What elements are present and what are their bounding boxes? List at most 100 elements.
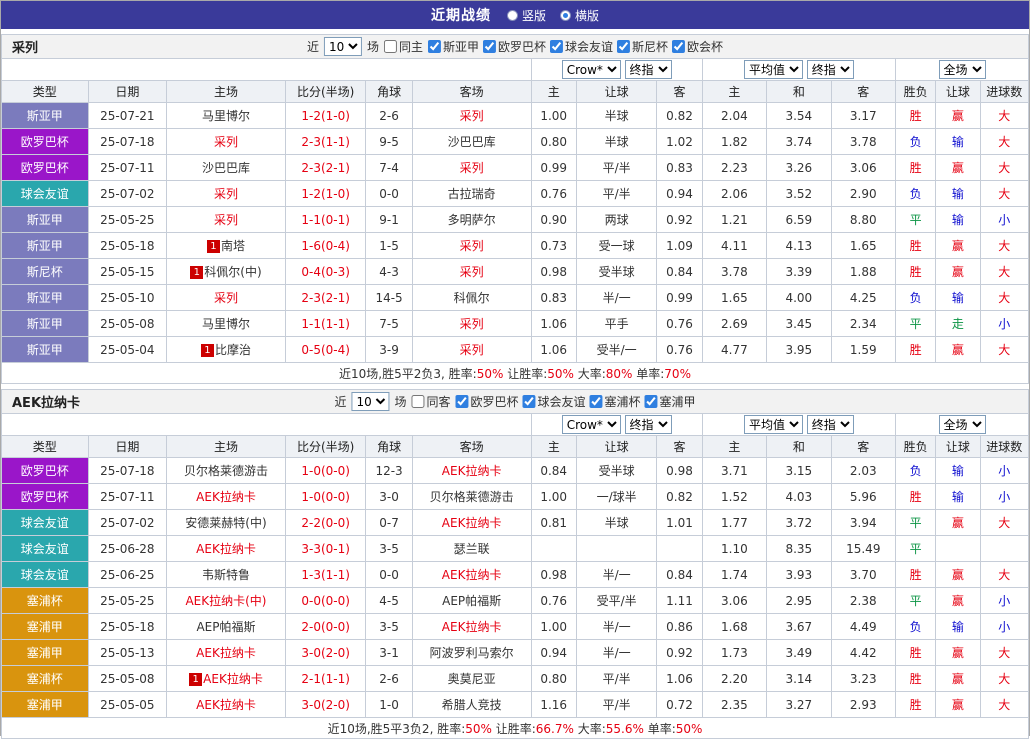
team-link[interactable]: AEK拉纳卡 [442, 568, 502, 582]
odds-provider-select[interactable]: Crow* [561, 415, 621, 434]
scope-select[interactable]: 全场 [938, 60, 986, 79]
view-radio-horizontal[interactable]: 横版 [560, 7, 599, 24]
odds-handicap: 受半/一 [575, 336, 658, 363]
team-link[interactable]: AEK拉纳卡 [196, 490, 256, 504]
team-link[interactable]: 采列 [460, 161, 484, 175]
team-link[interactable]: 科佩尔(中) [204, 265, 261, 279]
scope-select[interactable]: 全场 [938, 415, 986, 434]
team-link[interactable]: 马里博尔 [202, 317, 250, 331]
match-date: 25-05-10 [87, 284, 168, 311]
league-filter-checkbox[interactable] [522, 395, 536, 408]
league-filter-checkbox[interactable] [550, 40, 564, 53]
team-link[interactable]: 采列 [460, 239, 484, 253]
same-side-checkbox[interactable]: 同主 [383, 38, 423, 55]
league-filter[interactable]: 球会友谊 [522, 393, 586, 410]
summary-stat-value: 50% [465, 721, 492, 736]
odds-stage-select[interactable]: 终指 [624, 415, 672, 434]
team-link[interactable]: AEP帕福斯 [196, 620, 255, 634]
team-link[interactable]: AEK拉纳卡 [442, 464, 502, 478]
league-filter[interactable]: 欧罗巴杯 [483, 38, 546, 55]
radio-dot-icon[interactable] [560, 9, 571, 21]
team-link[interactable]: 希腊人竞技 [442, 698, 502, 712]
team-link[interactable]: AEK拉纳卡 [196, 698, 256, 712]
league-filter-group: 斯亚甲 欧罗巴杯 球会友谊 斯尼杯 欧会杯 [427, 38, 723, 55]
team-link[interactable]: AEK拉纳卡 [203, 672, 263, 686]
team-link[interactable]: 瑟兰联 [454, 542, 490, 556]
match-date: 25-07-18 [87, 457, 168, 484]
avg-stage-select[interactable]: 终指 [806, 60, 854, 79]
team-link[interactable]: 采列 [460, 265, 484, 279]
team-link[interactable]: AEP帕福斯 [442, 594, 501, 608]
league-filter[interactable]: 欧罗巴杯 [455, 393, 519, 410]
team-link[interactable]: AEK拉纳卡(中) [185, 594, 266, 608]
league-filter[interactable]: 斯亚甲 [427, 38, 479, 55]
team-link[interactable]: 采列 [214, 135, 238, 149]
score-cell: 1-2(1-0) [284, 102, 367, 129]
avg-odds-select[interactable]: 平均值 [743, 60, 803, 79]
odds-handicap: 半球 [575, 102, 658, 129]
team-link[interactable]: 科佩尔 [454, 291, 490, 305]
league-filter[interactable]: 欧会杯 [672, 38, 723, 55]
odds-home: 1.06 [530, 310, 577, 337]
team-link[interactable]: 采列 [214, 291, 238, 305]
team-link[interactable]: 比摩治 [215, 343, 251, 357]
league-filter-checkbox[interactable] [672, 40, 686, 53]
view-radio-label[interactable]: 横版 [575, 7, 599, 24]
team-link[interactable]: 贝尔格莱德游击 [430, 490, 514, 504]
league-filter[interactable]: 球会友谊 [550, 38, 613, 55]
result-outcome: 负 [894, 180, 937, 207]
team-link[interactable]: 沙巴巴库 [448, 135, 496, 149]
league-filter-checkbox[interactable] [617, 40, 631, 53]
league-filter[interactable]: 塞浦杯 [589, 393, 641, 410]
rank-badge: 1 [189, 673, 203, 686]
team-link[interactable]: 采列 [214, 187, 238, 201]
team-link[interactable]: AEK拉纳卡 [442, 620, 502, 634]
league-filter-checkbox[interactable] [455, 395, 469, 408]
team-link[interactable]: 沙巴巴库 [202, 161, 250, 175]
team-link[interactable]: 古拉瑞奇 [448, 187, 496, 201]
match-count-select[interactable]: 10 [351, 392, 390, 411]
same-side-checkbox[interactable]: 同客 [411, 393, 450, 410]
team-link[interactable]: 贝尔格莱德游击 [184, 464, 268, 478]
view-radio-vertical[interactable]: 竖版 [506, 7, 546, 24]
team-link[interactable]: 韦斯特鲁 [202, 568, 250, 582]
result-handicap: 输 [935, 284, 981, 311]
result-outcome: 平 [894, 509, 937, 536]
col-handicap-result: 让球 [935, 435, 981, 458]
odds-handicap: 半/一 [575, 561, 658, 588]
team-link[interactable]: 采列 [460, 317, 484, 331]
team-link[interactable]: 采列 [460, 343, 484, 357]
team-link[interactable]: 南塔 [221, 239, 245, 253]
team-link[interactable]: 安德莱赫特(中) [185, 516, 266, 530]
same-side-checkbox-input[interactable] [383, 40, 397, 53]
same-side-checkbox-input[interactable] [411, 395, 425, 408]
team-link[interactable]: AEK拉纳卡 [442, 516, 502, 530]
avg-stage-select[interactable]: 终指 [806, 415, 854, 434]
league-filter-checkbox[interactable] [427, 40, 441, 53]
match-count-select[interactable]: 10 [323, 37, 362, 56]
team-link[interactable]: AEK拉纳卡 [196, 646, 256, 660]
avg-odds-select[interactable]: 平均值 [743, 415, 803, 434]
col-avg-draw: 和 [766, 435, 832, 458]
result-outcome: 胜 [894, 561, 937, 588]
team-link[interactable]: AEK拉纳卡 [196, 542, 256, 556]
odds-provider-select[interactable]: Crow* [561, 60, 621, 79]
team-link[interactable]: 多明萨尔 [448, 213, 496, 227]
league-filter[interactable]: 塞浦甲 [644, 393, 696, 410]
odds-handicap: 受一球 [575, 232, 658, 259]
odds-stage-select[interactable]: 终指 [624, 60, 672, 79]
team-link[interactable]: 采列 [460, 109, 484, 123]
league-filter-checkbox[interactable] [483, 40, 496, 53]
team-link[interactable]: 奥莫尼亚 [448, 672, 496, 686]
league-filter-checkbox[interactable] [589, 395, 603, 408]
team-link[interactable]: 阿波罗利马索尔 [430, 646, 514, 660]
team-link[interactable]: 马里博尔 [202, 109, 250, 123]
league-filter-checkbox[interactable] [644, 395, 658, 408]
team-link[interactable]: 采列 [214, 213, 238, 227]
league-filter[interactable]: 斯尼杯 [617, 38, 668, 55]
odds-handicap: 平/半 [575, 665, 658, 692]
odds-away: 0.92 [656, 639, 703, 666]
home-team-cell: 贝尔格莱德游击 [166, 457, 286, 484]
view-radio-label[interactable]: 竖版 [522, 7, 546, 24]
radio-dot-icon[interactable] [506, 9, 518, 21]
